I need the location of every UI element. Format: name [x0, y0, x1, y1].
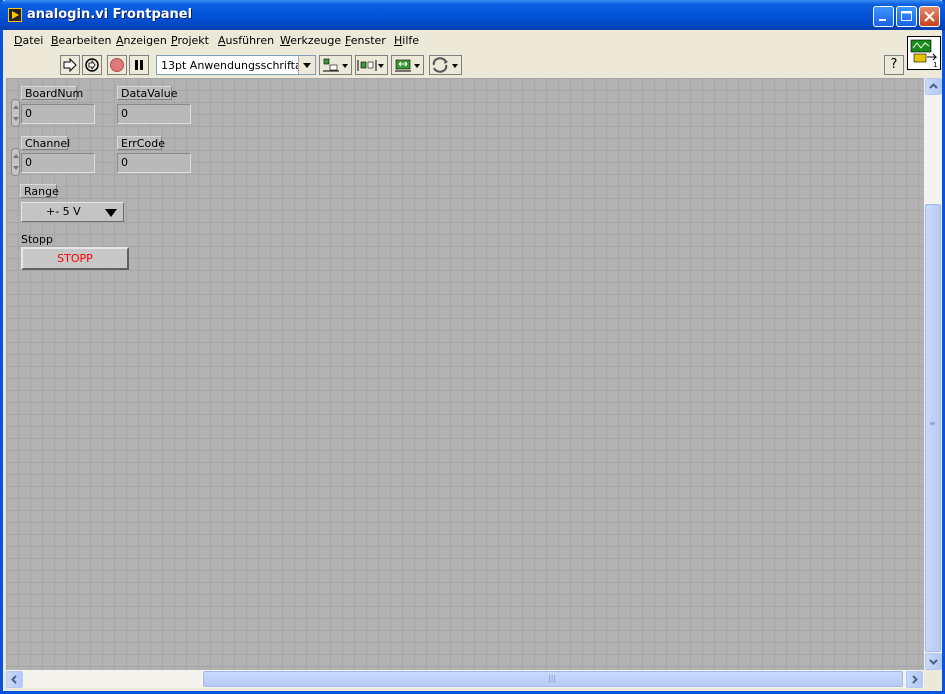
labview-window: analogin.vi Frontpanel Datei Bearbeiten … — [0, 0, 945, 694]
scroll-down-button[interactable] — [925, 653, 942, 670]
resize-objects-icon — [395, 59, 411, 72]
vi-icon[interactable]: 1 — [907, 36, 941, 70]
resize-objects-dropdown[interactable] — [391, 55, 424, 75]
stop-button[interactable]: STOPP — [21, 247, 129, 270]
svg-text:1: 1 — [933, 61, 937, 69]
close-button[interactable] — [919, 6, 940, 27]
pause-icon — [135, 60, 143, 70]
minimize-button[interactable] — [873, 6, 894, 27]
scroll-up-button[interactable] — [925, 78, 942, 95]
chevron-right-icon — [912, 675, 918, 684]
horizontal-scroll-thumb[interactable]: ||| — [203, 671, 903, 687]
font-select-value: 13pt Anwendungsschriftart — [161, 59, 311, 72]
menu-werkzeuge[interactable]: Werkzeuge — [280, 34, 341, 47]
menu-fenster[interactable]: Fenster — [345, 34, 386, 47]
vertical-scroll-thumb[interactable]: ≡ — [925, 204, 941, 652]
toolbar: 13pt Anwendungsschriftart ? — [6, 52, 904, 79]
menu-ausfuehren[interactable]: Ausführen — [218, 34, 274, 47]
reorder-icon — [432, 57, 448, 73]
front-panel[interactable]: BoardNum 0 DataValue 0 Channel 0 ErrCode… — [6, 78, 924, 670]
menu-anzeigen[interactable]: Anzeigen — [116, 34, 167, 47]
minimize-icon — [879, 19, 886, 21]
channel-increment-icon[interactable] — [11, 148, 20, 176]
scroll-right-button[interactable] — [906, 671, 923, 688]
dropdown-arrow-icon[interactable] — [105, 209, 117, 217]
chevron-down-icon[interactable] — [298, 56, 315, 74]
menu-hilfe[interactable]: Hilfe — [394, 34, 419, 47]
align-objects-icon — [323, 58, 339, 72]
abort-button[interactable] — [107, 55, 127, 75]
run-continuously-icon — [85, 58, 99, 72]
boardnum-increment-icon[interactable] — [11, 99, 20, 127]
pause-button[interactable] — [129, 55, 149, 75]
close-icon — [924, 11, 935, 22]
align-objects-dropdown[interactable] — [319, 55, 352, 75]
scroll-left-button[interactable] — [6, 671, 23, 688]
context-help-button[interactable]: ? — [884, 55, 904, 75]
title-bar[interactable]: analogin.vi Frontpanel — [0, 0, 945, 30]
grip-icon: ≡ — [929, 419, 936, 428]
channel-control[interactable]: 0 — [21, 153, 95, 173]
vertical-scrollbar[interactable]: ≡ — [924, 78, 942, 670]
channel-label: Channel — [21, 136, 70, 150]
run-button[interactable] — [60, 55, 80, 75]
maximize-icon — [901, 11, 912, 21]
distribute-objects-icon — [357, 60, 377, 71]
menu-projekt[interactable]: Projekt — [171, 34, 209, 47]
stopp-label: Stopp — [21, 233, 53, 246]
window-title: analogin.vi Frontpanel — [27, 7, 193, 22]
datavalue-label: DataValue — [117, 86, 177, 100]
datavalue-indicator: 0 — [117, 104, 191, 124]
chevron-up-icon — [929, 83, 938, 89]
menu-bar: Datei Bearbeiten Anzeigen Projekt Ausfüh… — [6, 30, 904, 52]
font-select[interactable]: 13pt Anwendungsschriftart — [156, 55, 316, 75]
grip-icon: ||| — [548, 674, 557, 683]
menu-bearbeiten[interactable]: Bearbeiten — [51, 34, 111, 47]
distribute-objects-dropdown[interactable] — [355, 55, 388, 75]
boardnum-label: BoardNum — [21, 86, 83, 100]
run-continuously-button[interactable] — [82, 55, 102, 75]
maximize-button[interactable] — [896, 6, 917, 27]
scrollbar-corner — [924, 670, 942, 688]
boardnum-control[interactable]: 0 — [21, 104, 95, 124]
horizontal-scrollbar[interactable]: ||| — [6, 670, 924, 688]
chevron-left-icon — [11, 675, 17, 684]
errcode-indicator: 0 — [117, 153, 191, 173]
range-ring-control[interactable]: +- 5 V — [21, 202, 124, 222]
labview-app-icon — [8, 8, 22, 22]
run-arrow-icon — [63, 57, 77, 73]
reorder-dropdown[interactable] — [429, 55, 462, 75]
errcode-label: ErrCode — [117, 136, 165, 150]
range-label: Range — [20, 184, 59, 198]
range-value: +- 5 V — [46, 205, 81, 218]
chevron-down-icon — [929, 659, 938, 665]
menu-datei[interactable]: Datei — [14, 34, 43, 47]
abort-icon — [110, 58, 124, 72]
vi-connector-icon: 1 — [910, 39, 937, 69]
